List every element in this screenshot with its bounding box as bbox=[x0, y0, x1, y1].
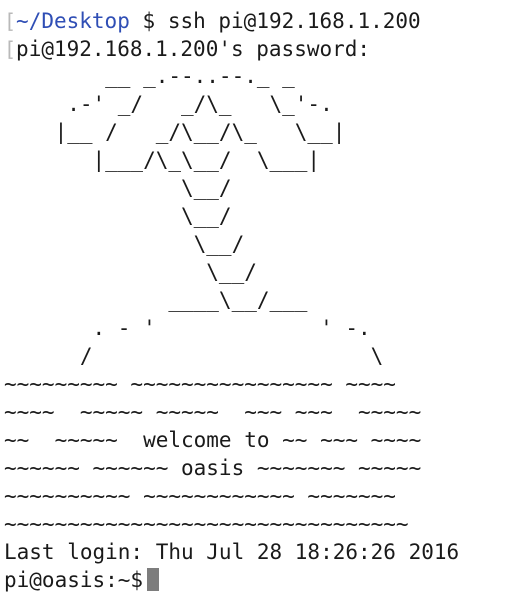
last-login-line: Last login: Thu Jul 28 18:26:26 2016 bbox=[4, 540, 460, 564]
motd-line: |___/\_\__/ \___| bbox=[4, 148, 321, 172]
line-marker: [ bbox=[4, 37, 17, 61]
text-cursor bbox=[147, 568, 160, 591]
motd-line: .-' _/ _/\_ \_'-. bbox=[4, 92, 333, 116]
motd-line: \__/ bbox=[4, 260, 257, 284]
terminal-window[interactable]: [~/Desktop $ ssh pi@192.168.1.200 [pi@19… bbox=[0, 0, 526, 602]
motd-line: \__/ bbox=[4, 176, 232, 200]
motd-line: . - ' ' -. bbox=[4, 316, 371, 340]
prompt-symbol: $ bbox=[142, 9, 156, 33]
line-marker: [ bbox=[4, 9, 17, 33]
motd-line: ____\__/___ bbox=[4, 288, 308, 312]
motd-line: __ _.--..--._ _ bbox=[4, 64, 295, 88]
prompt-path: ~/Desktop bbox=[16, 9, 130, 33]
motd-welcome-line: ~~ ~~~~~ welcome to ~~ ~~~ ~~~~ bbox=[4, 428, 422, 452]
remote-prompt-line[interactable]: pi@oasis:~$ bbox=[4, 566, 160, 594]
password-prompt: pi@192.168.1.200's password: bbox=[16, 37, 371, 61]
motd-line: ~~~~~~~~~ ~~~~~~~~~~~~~~~~ ~~~~ bbox=[4, 372, 396, 396]
motd-line: ~~~~~~~~~~ ~~~~~~~~~~~~ ~~~~~~~ bbox=[4, 484, 396, 508]
motd-host-line: ~~~~~~ ~~~~~~ oasis ~~~~~~~ ~~~~~ bbox=[4, 456, 422, 480]
ssh-command: ssh pi@192.168.1.200 bbox=[167, 9, 421, 33]
password-prompt-line: [pi@192.168.1.200's password: bbox=[4, 35, 370, 63]
remote-prompt: pi@oasis:~$ bbox=[4, 568, 144, 592]
motd-line: \__/ bbox=[4, 204, 232, 228]
motd-line: ~~~~~~~~~~~~~~~~~~~~~~~~~~~~~~~~ bbox=[4, 512, 409, 536]
local-command-line: [~/Desktop $ ssh pi@192.168.1.200 bbox=[4, 7, 421, 35]
motd-line: / \ bbox=[4, 344, 384, 368]
motd-line: \__/ bbox=[4, 232, 245, 256]
motd-line: |__ / _/\__/\_ \__| bbox=[4, 120, 346, 144]
motd-line: ~~~~ ~~~~~ ~~~~~ ~~~ ~~~ ~~~~~ bbox=[4, 400, 422, 424]
